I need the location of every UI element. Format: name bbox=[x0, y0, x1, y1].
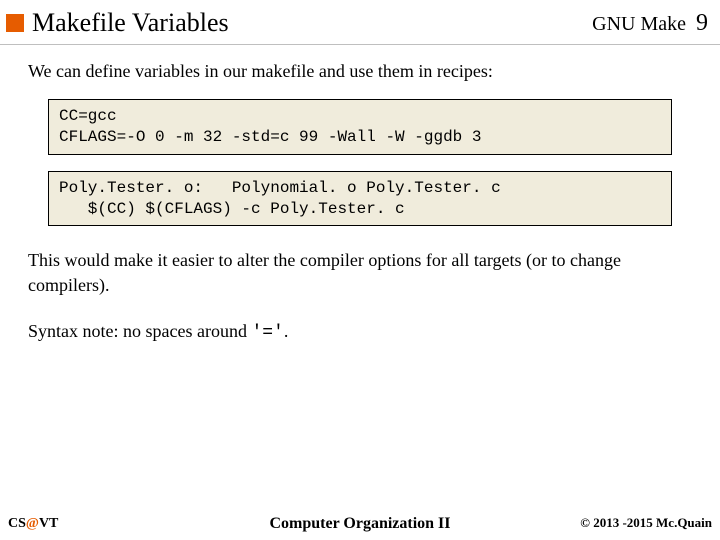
footer-course: Computer Organization II bbox=[0, 515, 720, 533]
page-number: 9 bbox=[696, 10, 708, 37]
code-box-rule: Poly.Tester. o: Polynomial. o Poly.Teste… bbox=[48, 171, 672, 227]
orange-square-icon bbox=[6, 14, 24, 32]
syntax-note-prefix: Syntax note: no spaces around bbox=[28, 321, 251, 341]
code-box-vars: CC=gcc CFLAGS=-O 0 -m 32 -std=c 99 -Wall… bbox=[48, 99, 672, 155]
topic-label: GNU Make bbox=[592, 13, 686, 36]
syntax-note-code: '=' bbox=[251, 323, 283, 343]
explanation-text: This would make it easier to alter the c… bbox=[28, 248, 692, 297]
header-right: GNU Make 9 bbox=[592, 10, 708, 37]
syntax-note-suffix: . bbox=[284, 321, 289, 341]
syntax-note: Syntax note: no spaces around '='. bbox=[28, 319, 692, 345]
intro-text: We can define variables in our makefile … bbox=[28, 59, 692, 83]
slide-title: Makefile Variables bbox=[32, 8, 229, 38]
